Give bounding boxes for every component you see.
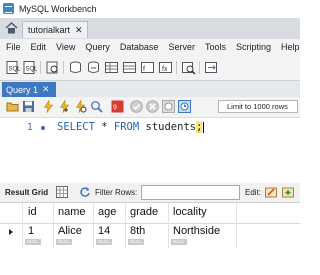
close-icon[interactable]: ✕ <box>42 85 50 94</box>
sql-keyword-from: FROM <box>113 121 140 133</box>
menu-database[interactable]: Database <box>115 42 164 52</box>
null-placeholder[interactable]: NULL <box>56 239 72 245</box>
rollback-icon[interactable] <box>146 100 159 113</box>
null-placeholder[interactable]: NULL <box>96 239 112 245</box>
insert-row-icon[interactable] <box>282 186 294 198</box>
sql-keyword-select: SELECT <box>57 121 95 133</box>
menu-server[interactable]: Server <box>163 42 200 52</box>
svg-text:9: 9 <box>113 105 117 112</box>
function-icon[interactable]: fx <box>158 60 173 75</box>
limit-toggle-icon[interactable] <box>178 100 191 113</box>
svg-text:fx: fx <box>162 66 168 73</box>
cell-grade[interactable]: 8th <box>130 225 145 237</box>
view-icon[interactable] <box>122 60 137 75</box>
cell-locality[interactable]: Northside <box>173 225 220 237</box>
sql-star: * <box>94 121 114 133</box>
sql-semicolon: ; <box>196 121 203 133</box>
filter-rows-label: Filter Rows: <box>95 188 138 197</box>
column-header-grade[interactable]: grade <box>130 206 158 218</box>
sql-statement[interactable]: SELECT * FROM students; <box>57 121 205 133</box>
svg-text:SQL: SQL <box>26 67 38 73</box>
menu-scripting[interactable]: Scripting <box>231 42 276 52</box>
null-placeholder[interactable]: NULL <box>128 239 144 245</box>
menu-tools[interactable]: Tools <box>200 42 231 52</box>
sql-table-name: students <box>139 121 197 133</box>
inspector-icon[interactable] <box>45 60 60 75</box>
current-row-indicator-icon <box>9 229 13 235</box>
refresh-icon[interactable] <box>79 186 91 198</box>
home-icon[interactable] <box>5 22 18 34</box>
cell-name[interactable]: Alice <box>58 225 82 237</box>
new-sql-tab-icon[interactable]: SQL <box>5 60 20 75</box>
column-header-id[interactable]: id <box>28 206 37 218</box>
connection-tab[interactable]: tutorialkart ✕ <box>22 21 88 38</box>
connection-tab-bar: tutorialkart ✕ <box>0 18 300 39</box>
menu-view[interactable]: View <box>51 42 80 52</box>
title-bar: MySQL Workbench <box>0 0 300 18</box>
cell-id[interactable]: 1 <box>28 225 34 237</box>
close-icon[interactable]: ✕ <box>75 25 83 35</box>
statement-marker-icon <box>41 126 45 130</box>
open-sql-icon[interactable]: SQL <box>22 60 37 75</box>
editor-empty-area[interactable] <box>0 158 300 184</box>
connection-tab-label: tutorialkart <box>28 25 71 35</box>
open-file-icon[interactable] <box>6 100 19 113</box>
query-tab-label: Query 1 <box>6 84 39 95</box>
result-grid-label[interactable]: Result Grid <box>5 188 48 197</box>
db-connect-icon[interactable] <box>68 60 83 75</box>
autocommit-icon[interactable] <box>162 100 175 113</box>
editor-toolbar: 9 Limit to 1000 rows <box>0 97 300 118</box>
menu-query[interactable]: Query <box>80 42 115 52</box>
sql-editor[interactable]: 1 SELECT * FROM students; <box>0 118 300 158</box>
limit-rows-select[interactable]: Limit to 1000 rows <box>218 100 298 113</box>
null-placeholder[interactable]: NULL <box>25 239 41 245</box>
filter-rows-input[interactable] <box>141 185 240 200</box>
column-header-name[interactable]: name <box>58 206 86 218</box>
query-tab-strip: Query 1 ✕ <box>0 81 300 98</box>
result-grid: id name age grade locality 1 Alice 14 8t… <box>0 203 300 275</box>
execute-icon[interactable] <box>42 100 55 113</box>
explain-icon[interactable] <box>74 100 87 113</box>
menu-edit[interactable]: Edit <box>26 42 52 52</box>
procedure-icon[interactable]: f <box>140 60 155 75</box>
column-header-locality[interactable]: locality <box>173 206 207 218</box>
save-icon[interactable] <box>22 100 35 113</box>
menu-file[interactable]: File <box>0 42 26 52</box>
window-title: MySQL Workbench <box>19 4 97 14</box>
edit-row-icon[interactable] <box>265 186 277 198</box>
menu-bar: File Edit View Query Database Server Too… <box>0 39 300 55</box>
svg-text:f: f <box>143 66 145 73</box>
text-caret <box>203 121 205 133</box>
svg-text:SQL: SQL <box>9 67 21 73</box>
schema-icon[interactable] <box>86 60 101 75</box>
null-placeholder[interactable]: NULL <box>171 239 187 245</box>
toggle-output-icon[interactable]: 9 <box>111 100 124 113</box>
reconnect-icon[interactable] <box>204 60 219 75</box>
app-icon <box>3 3 14 14</box>
line-number: 1 <box>27 122 33 133</box>
edit-label: Edit: <box>245 188 262 197</box>
result-grid-toolbar: Result Grid Filter Rows: Edit: <box>0 183 300 203</box>
cell-age[interactable]: 14 <box>98 225 110 237</box>
grid-view-icon[interactable] <box>56 186 68 198</box>
tab-query-1[interactable]: Query 1 ✕ <box>2 82 56 97</box>
menu-help[interactable]: Help <box>276 42 305 52</box>
search-table-icon[interactable] <box>181 60 196 75</box>
grid-header-row: id name age grade locality <box>0 203 300 224</box>
table-icon[interactable] <box>104 60 119 75</box>
column-header-age[interactable]: age <box>98 206 116 218</box>
commit-icon[interactable] <box>130 100 143 113</box>
search-icon[interactable] <box>90 100 103 113</box>
main-toolbar: SQL SQL f fx <box>0 55 300 81</box>
execute-current-icon[interactable] <box>58 100 71 113</box>
